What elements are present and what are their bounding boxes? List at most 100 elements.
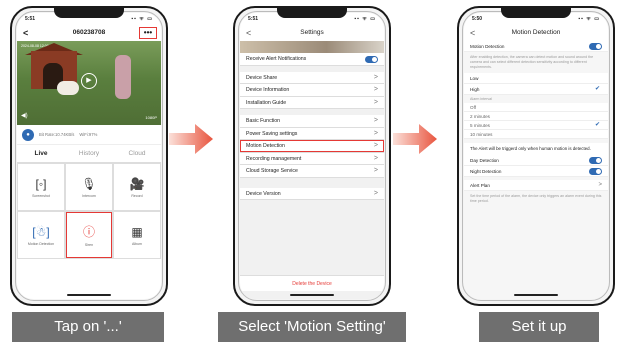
delete-device-button[interactable]: Delete the Device xyxy=(240,275,384,291)
row-label: Cloud Storage Service xyxy=(246,168,298,174)
interval-5min-option[interactable]: 5 minutes ✔ xyxy=(464,121,608,130)
settings-header: < Settings xyxy=(240,25,384,41)
row-label: Recording management xyxy=(246,155,302,162)
sensitivity-low-option[interactable]: Low xyxy=(464,73,608,84)
status-time: 5:50 xyxy=(472,16,483,22)
album-button[interactable]: ▦ Album xyxy=(113,211,161,259)
view-tabs: Live History Cloud xyxy=(17,145,161,163)
device-version-row[interactable]: Device Version > xyxy=(240,187,384,200)
interval-10min-option[interactable]: 10 minutes xyxy=(464,130,608,139)
chevron-right-icon: > xyxy=(598,181,602,188)
microphone-icon: 🎙 xyxy=(81,176,97,191)
back-icon[interactable]: < xyxy=(246,25,251,41)
tab-cloud[interactable]: Cloud xyxy=(113,145,161,162)
receive-alert-toggle[interactable] xyxy=(365,56,378,63)
basic-function-row[interactable]: Basic Function > xyxy=(240,115,384,128)
more-options-button[interactable]: ••• xyxy=(139,27,157,39)
camera-thumbnail xyxy=(240,41,384,53)
siren-button[interactable]: ⓘ Siren xyxy=(65,211,113,259)
row-label: Low xyxy=(470,76,479,81)
night-detection-toggle[interactable] xyxy=(589,167,602,175)
row-label: Device Information xyxy=(246,87,290,93)
chevron-right-icon: > xyxy=(373,86,378,93)
tab-live[interactable]: Live xyxy=(17,145,65,162)
alert-plan-row[interactable]: Alert Plan > xyxy=(464,179,608,191)
alarm-interval-heading: Alarm interval xyxy=(464,95,608,103)
device-id-title: 060238708 xyxy=(72,29,106,36)
status-icons: ▪▪ ᯤ ▭ xyxy=(354,16,376,22)
camera-avatar-icon: ● xyxy=(22,128,34,141)
step-caption-1: Tap on '...' xyxy=(12,312,164,342)
device-share-row[interactable]: Device Share > xyxy=(240,71,384,84)
night-detection-row[interactable]: Night Detection xyxy=(464,165,608,177)
motion-detection-button[interactable]: [☃] Motion Detection xyxy=(17,211,65,259)
tile-label: Record xyxy=(131,193,143,198)
chevron-right-icon: > xyxy=(373,73,378,81)
page-title: Motion Detection xyxy=(511,29,561,36)
play-icon[interactable]: ▶ xyxy=(81,73,97,89)
receive-alert-row[interactable]: Receive Alert Notifications xyxy=(240,53,384,66)
row-label: Alert Plan xyxy=(470,182,490,188)
chevron-right-icon: > xyxy=(373,167,378,174)
phone-frame-2: 5:51 ▪▪ ᯤ ▭ < Settings Receive Alert Not… xyxy=(233,6,391,306)
phone-frame-3: 5:50 ▪▪ ᯤ ▭ < Motion Detection Motion De… xyxy=(457,6,615,306)
function-grid: [◦] Screenshot 🎙 Intercom 🎥 Record [☃] M… xyxy=(17,163,161,259)
day-detection-toggle[interactable] xyxy=(589,156,602,164)
row-label: Basic Function xyxy=(246,118,281,124)
device-information-row[interactable]: Device Information > xyxy=(240,84,384,97)
device-header: < 060238708 ••• xyxy=(17,25,161,41)
wifi-text: WiFi:97% xyxy=(79,132,98,137)
volume-icon[interactable]: ◀) xyxy=(21,112,28,119)
interval-2min-option[interactable]: 2 minutes xyxy=(464,112,608,121)
interval-off-option[interactable]: Off xyxy=(464,103,608,112)
arrow-right-icon xyxy=(169,124,213,154)
live-video-view[interactable]: 2024-08-08 12:00:09 ▶ ◀) 1080P xyxy=(17,41,161,125)
status-icons: ▪▪ ᯤ ▭ xyxy=(578,16,600,22)
status-icons: ▪▪ ᯤ ▭ xyxy=(131,16,153,22)
status-time: 5:51 xyxy=(248,16,259,22)
day-detection-row[interactable]: Day Detection xyxy=(464,154,608,166)
child-figure xyxy=(115,55,131,99)
screenshot-button[interactable]: [◦] Screenshot xyxy=(17,163,65,211)
phone-notch xyxy=(54,8,124,18)
tab-history[interactable]: History xyxy=(65,145,113,162)
row-label: 5 minutes xyxy=(470,123,490,128)
chevron-right-icon: > xyxy=(373,189,378,197)
chevron-right-icon: > xyxy=(373,154,378,162)
sensitivity-high-option[interactable]: High ✔ xyxy=(464,84,608,95)
status-time: 5:51 xyxy=(25,16,36,22)
power-saving-row[interactable]: Power Saving settings > xyxy=(240,127,384,140)
tile-label: Screenshot xyxy=(32,193,50,198)
installation-guide-row[interactable]: Installation Guide > xyxy=(240,96,384,109)
step-caption-2: Select 'Motion Setting' xyxy=(218,312,406,342)
chevron-right-icon: > xyxy=(373,98,378,106)
tile-label: Siren xyxy=(84,243,94,247)
row-label: Motion Detection xyxy=(246,143,285,149)
cloud-storage-row[interactable]: Cloud Storage Service > xyxy=(240,165,384,178)
motion-detection-toggle-row[interactable]: Motion Detection xyxy=(464,41,608,52)
record-button[interactable]: 🎥 Record xyxy=(113,163,161,211)
home-indicator xyxy=(514,294,558,296)
stream-info-row: ● Bit Rate:10.74KB/s WiFi:97% xyxy=(17,125,161,145)
intercom-button[interactable]: 🎙 Intercom xyxy=(65,163,113,211)
row-label: Off xyxy=(470,105,477,110)
motion-detection-toggle[interactable] xyxy=(589,43,602,50)
arrow-right-icon xyxy=(393,124,437,154)
bitrate-text: Bit Rate:10.74KB/s xyxy=(39,132,75,137)
page-title: Settings xyxy=(300,29,324,36)
row-label: Device Share xyxy=(246,74,278,81)
motion-detection-icon: [☃] xyxy=(32,224,50,239)
siren-icon: ⓘ xyxy=(82,225,95,239)
home-indicator xyxy=(67,294,111,296)
chevron-right-icon: > xyxy=(373,142,378,149)
settings-screen: 5:51 ▪▪ ᯤ ▭ < Settings Receive Alert Not… xyxy=(240,13,384,299)
resolution-badge[interactable]: 1080P xyxy=(145,115,157,120)
recording-management-row[interactable]: Recording management > xyxy=(240,152,384,165)
row-label: Power Saving settings xyxy=(246,130,298,137)
step-caption-3: Set it up xyxy=(479,312,599,342)
album-icon: ▦ xyxy=(131,224,143,239)
back-icon[interactable]: < xyxy=(470,25,475,41)
home-indicator xyxy=(290,294,334,296)
motion-detection-row[interactable]: Motion Detection > xyxy=(240,140,384,153)
back-icon[interactable]: < xyxy=(23,25,28,41)
